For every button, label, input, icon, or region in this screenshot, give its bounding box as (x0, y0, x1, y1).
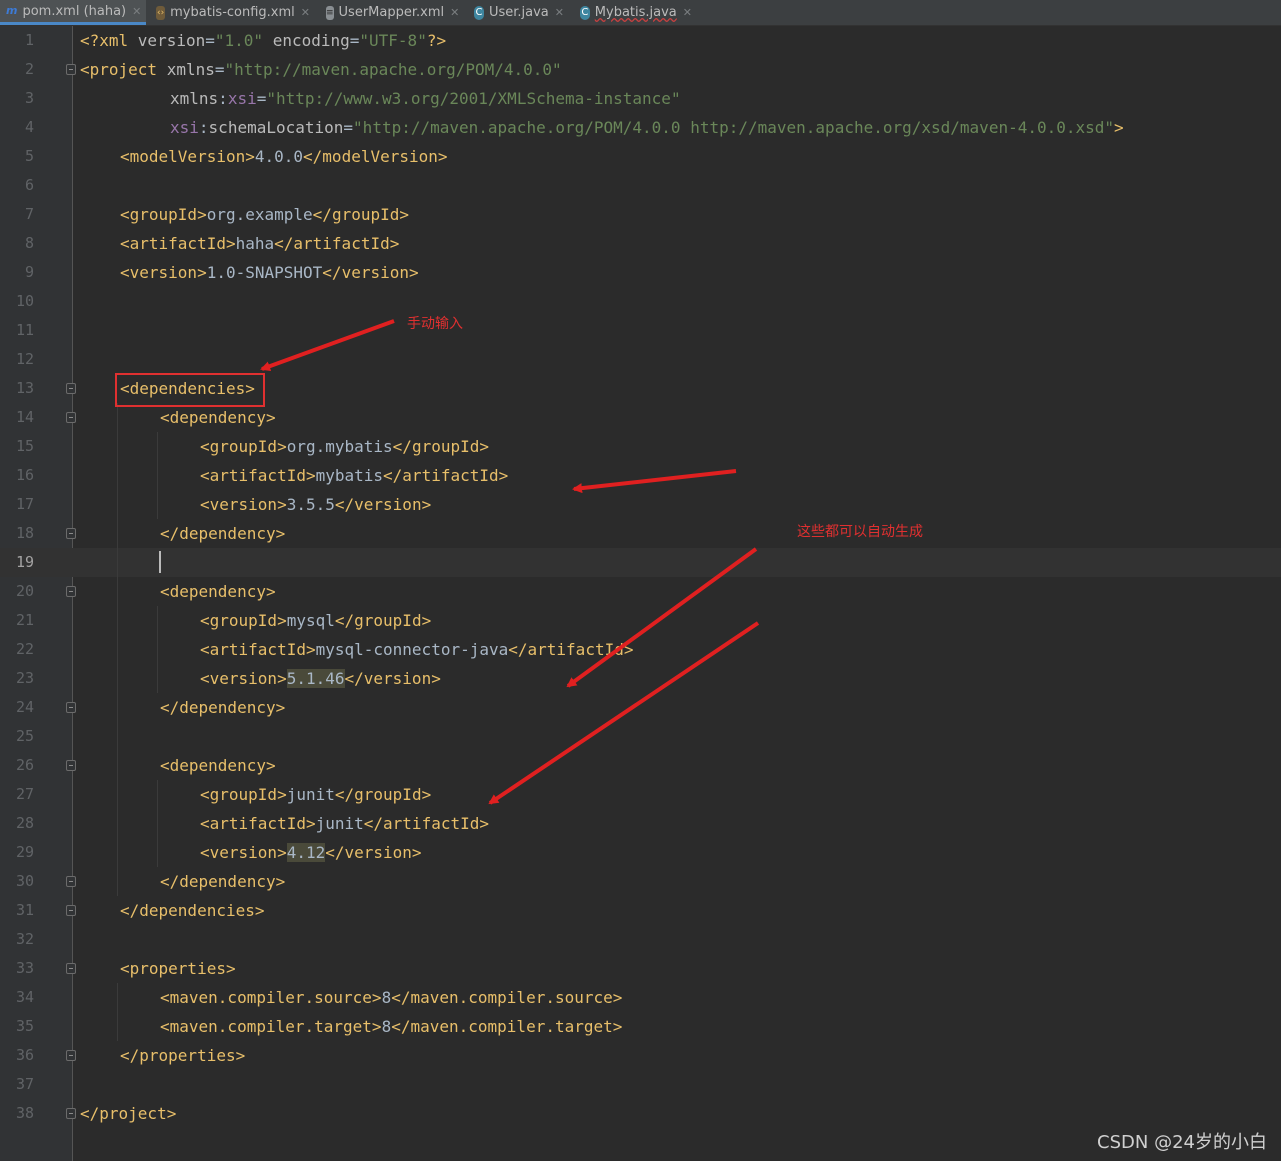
arrow-junit (488, 621, 760, 805)
arrow-mysql (566, 547, 758, 688)
annotation-arrows (260, 319, 760, 805)
arrow-manual-input (260, 319, 395, 371)
watermark: CSDN @24岁的小白 (1097, 1132, 1267, 1153)
arrow-mybatis (572, 469, 737, 494)
